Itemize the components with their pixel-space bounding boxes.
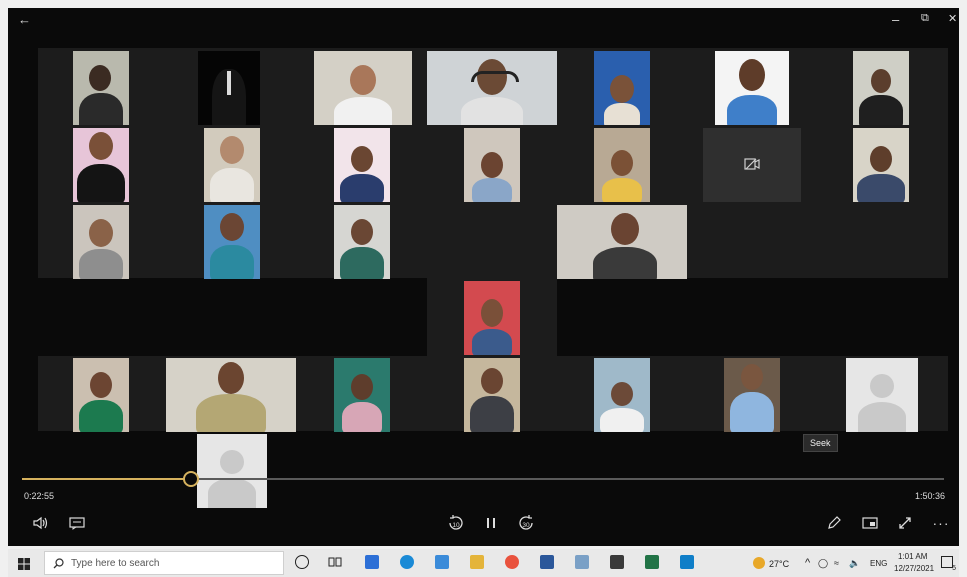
language-indicator[interactable]: ENG (870, 559, 887, 568)
skip-forward-button[interactable]: 30 (515, 512, 537, 534)
participant-tile (853, 128, 909, 202)
volume-icon (33, 516, 48, 530)
participant-tile (464, 281, 520, 355)
participant-tile (594, 128, 650, 202)
participant-tile (853, 51, 909, 125)
title-bar: ← – ⧉ ✕ (8, 8, 959, 34)
seek-tooltip: Seek (803, 434, 838, 452)
pause-button[interactable] (480, 512, 502, 534)
participant-tile (594, 358, 650, 432)
app-icon[interactable] (435, 555, 449, 569)
video-frame[interactable] (38, 48, 948, 438)
back-arrow-icon[interactable]: ← (18, 12, 31, 27)
skip-forward-icon: 30 (519, 515, 533, 530)
participant-tile (334, 205, 390, 279)
participant-tile (715, 51, 789, 125)
draw-button[interactable] (823, 512, 845, 534)
mini-view-icon (862, 517, 878, 529)
close-button[interactable]: ✕ (948, 12, 957, 25)
taskbar-search-box[interactable]: Type here to search (44, 551, 284, 575)
participant-tile-no-video (197, 434, 267, 508)
pen-icon (828, 516, 841, 529)
participant-tile (204, 128, 260, 202)
participant-tile (464, 128, 520, 202)
chevron-up-icon[interactable]: ^ (805, 557, 810, 569)
captions-icon (69, 517, 85, 530)
excel-icon[interactable] (645, 555, 659, 569)
participant-tile (557, 205, 687, 279)
clock-time[interactable]: 1:01 AM (898, 552, 927, 561)
chrome-icon[interactable] (505, 555, 519, 569)
participant-tile (464, 358, 520, 432)
participant-tile (427, 51, 557, 125)
app-icon[interactable] (610, 555, 624, 569)
captions-button[interactable] (66, 512, 88, 534)
temperature[interactable]: 27°C (769, 559, 789, 569)
video-player-window: ← – ⧉ ✕ Seek 0:22:55 1:50:36 10 30 ··· (8, 8, 959, 546)
edge-browser-icon[interactable] (400, 555, 414, 569)
default-avatar-icon (870, 374, 894, 398)
wifi-icon[interactable]: ≈ (834, 558, 839, 568)
participant-tile (724, 358, 780, 432)
clock-date[interactable]: 12/27/2021 (894, 564, 934, 573)
store-app-icon[interactable] (680, 555, 694, 569)
seek-bar-thumb[interactable] (182, 471, 199, 487)
default-avatar-icon (220, 450, 244, 474)
participant-tile (594, 51, 650, 125)
camera-off-icon (744, 158, 760, 170)
participant-tile (73, 128, 129, 202)
weather-icon[interactable] (753, 557, 765, 569)
participant-tile (73, 51, 129, 125)
search-placeholder: Type here to search (71, 558, 160, 569)
mini-view-button[interactable] (859, 512, 881, 534)
participant-tile (73, 358, 129, 432)
skip-back-label: 10 (452, 522, 460, 529)
notification-count: 5 (952, 565, 956, 572)
speaker-icon[interactable]: 🔈 (849, 558, 860, 569)
volume-button[interactable] (30, 512, 52, 534)
participant-tile-no-video (846, 358, 918, 432)
file-explorer-icon[interactable] (470, 555, 484, 569)
participant-tile (334, 128, 390, 202)
pause-icon (487, 518, 495, 528)
app-icon[interactable] (575, 555, 589, 569)
current-time: 0:22:55 (24, 491, 55, 501)
restore-button[interactable]: ⧉ (921, 12, 929, 25)
participant-tile (314, 51, 412, 125)
participant-tile (73, 205, 129, 279)
participant-tile (166, 358, 296, 432)
minimize-button[interactable]: – (892, 12, 899, 27)
fullscreen-icon (899, 517, 911, 529)
mail-app-icon[interactable] (365, 555, 379, 569)
skip-back-icon: 10 (449, 515, 463, 530)
seek-bar-progress (22, 478, 191, 480)
total-time: 1:50:36 (914, 491, 945, 501)
more-options-icon: ··· (932, 515, 950, 531)
participant-tile (204, 205, 260, 279)
network-icon[interactable]: ◯ (818, 558, 828, 569)
word-icon[interactable] (540, 555, 554, 569)
cortana-icon[interactable] (295, 555, 309, 569)
fullscreen-button[interactable] (894, 512, 916, 534)
search-icon (53, 558, 64, 569)
participant-tile-camera-off (703, 128, 801, 202)
skip-forward-label: 30 (522, 522, 530, 529)
participant-tile (334, 358, 390, 432)
participant-tile (198, 51, 260, 125)
seek-bar[interactable] (22, 471, 944, 487)
skip-back-button[interactable]: 10 (445, 512, 467, 534)
notification-icon[interactable]: 5 (941, 556, 956, 572)
windows-start-icon[interactable] (18, 557, 30, 570)
more-options-button[interactable]: ··· (930, 512, 952, 534)
taskbar: Type here to search 27°C ^ ◯ ≈ 🔈 ENG 1:0… (8, 549, 959, 577)
task-view-icon[interactable] (328, 555, 342, 574)
